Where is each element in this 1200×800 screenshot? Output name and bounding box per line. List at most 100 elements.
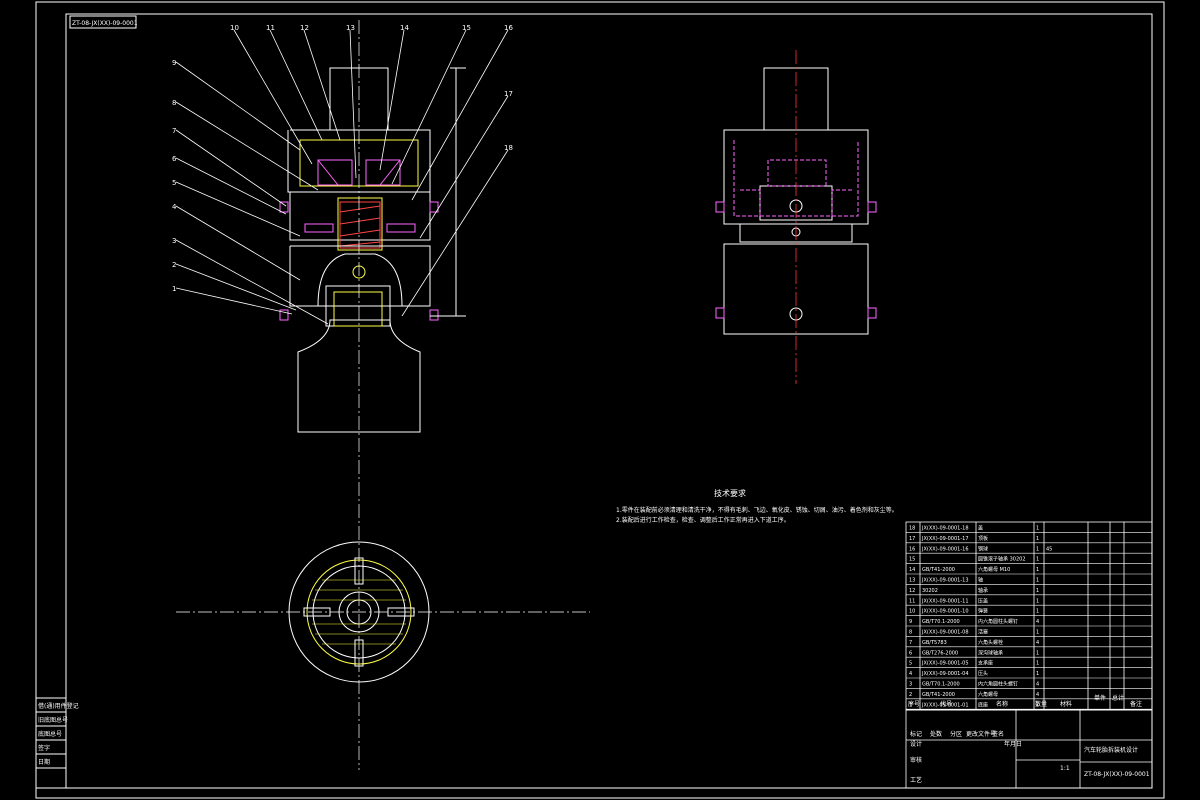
left-strip-2: 底图总号: [38, 730, 62, 738]
bom-h-3: 数量: [1035, 700, 1047, 708]
label-12: 12: [300, 24, 309, 32]
label-15: 15: [462, 24, 471, 32]
left-strip-3: 签字: [38, 744, 50, 752]
bom-cell-name: 内六角圆柱头螺钉: [978, 681, 1018, 688]
bom-cell-n: 3: [909, 682, 912, 688]
label-5: 5: [172, 179, 176, 187]
bom-cell-code: JX(XX)-09-0001-13: [921, 578, 969, 584]
bom-cell-name: 顶板: [978, 535, 988, 542]
bom-cell-n: 16: [909, 546, 915, 552]
bom-cell-name: 盖: [978, 525, 983, 532]
bom-cell-name: 内六角圆柱头螺钉: [978, 618, 1018, 625]
sign-label-4: 处数: [930, 730, 942, 738]
bom-h-7: 备注: [1130, 700, 1142, 708]
cad-drawing: ZT-08-JX(XX)-09-0001 借(通)用件登记 旧底图总号 底图总号…: [35, 1, 1165, 799]
bom-cell-n: 18: [909, 526, 915, 532]
bom-cell-code: JX(XX)-09-0001-16: [921, 546, 969, 552]
bom-cell-n: 6: [909, 650, 912, 656]
bom-cell-qty: 1: [1036, 546, 1039, 552]
bom-cell-n: 17: [909, 536, 915, 542]
bom-cell-qty: 4: [1036, 619, 1039, 625]
bom-cell-qty: 1: [1036, 671, 1039, 677]
drawing-title: 汽车轮胎拆装机设计: [1084, 746, 1138, 754]
scale-label: 1:1: [1060, 765, 1070, 772]
bom-cell-qty: 1: [1036, 630, 1039, 636]
bom-cell-n: 2: [909, 692, 912, 698]
outer-frame: [35, 1, 1165, 799]
label-1: 1: [172, 285, 176, 293]
left-strip: 借(通)用件登记 旧底图总号 底图总号 签字 日期: [35, 697, 79, 789]
label-18: 18: [504, 144, 513, 152]
bom-cell-qty: 1: [1036, 588, 1039, 594]
label-16: 16: [504, 24, 513, 32]
bom-cell-qty: 1: [1036, 598, 1039, 604]
label-11: 11: [266, 24, 275, 32]
bom-cell-qty: 1: [1036, 609, 1039, 615]
bom-h-0: 序号: [908, 700, 920, 708]
bom-cell-n: 4: [909, 671, 912, 677]
bom-cell-code: GB/T70.1-2000: [922, 619, 960, 625]
sign-label-0: 设计: [910, 740, 922, 748]
bom-cell-qty: 1: [1036, 536, 1039, 542]
bom-cell-code: JX(XX)-09-0001-05: [921, 661, 969, 667]
bom-cell-code: JX(XX)-09-0001-11: [921, 598, 969, 604]
label-3: 3: [172, 237, 176, 245]
left-strip-0: 借(通)用件登记: [38, 702, 79, 710]
bom-cell-n: 10: [909, 609, 915, 615]
leaders: [175, 29, 509, 325]
bom-cell-qty: 4: [1036, 692, 1039, 698]
bom-cell-code: GB/T70.1-2000: [922, 682, 960, 688]
bom-cell-qty: 1: [1036, 661, 1039, 667]
bom-cell-name: 活塞: [978, 629, 988, 636]
bom-cell-name: 圆锥滚子轴承 30202: [978, 556, 1026, 563]
code-box-text: ZT-08-JX(XX)-09-0001: [72, 20, 138, 27]
notes-line-1: 1.零件在装配前必须清理和清洗干净，不得有毛刺、飞边、氧化皮、锈蚀、切屑、油污、…: [616, 506, 898, 514]
bom-cell-n: 7: [909, 640, 912, 646]
sign-label-8: 年月日: [1004, 740, 1022, 748]
label-14: 14: [400, 24, 409, 32]
bom-cell-n: 12: [909, 588, 915, 594]
sign-label-3: 标记: [910, 730, 922, 738]
bom-cell-name: 轴承: [978, 587, 988, 594]
label-17: 17: [504, 90, 513, 98]
title-block-text: 汽车轮胎拆装机设计 ZT-08-JX(XX)-09-0001 1:1 设计 审核…: [910, 730, 1150, 784]
bom-h-5: 单件: [1094, 694, 1106, 702]
bom-h-4: 材料: [1060, 700, 1072, 708]
bom-cell-qty: 1: [1036, 578, 1039, 584]
bom-cell-qty: 4: [1036, 640, 1039, 646]
bom-cell-name: 轴: [978, 577, 983, 584]
bom-cell-n: 5: [909, 661, 912, 667]
bom-cell-code: GB/T5783: [922, 640, 947, 646]
inner-frame: [65, 13, 1153, 789]
bom-h-1: 代号: [940, 700, 952, 708]
bom-h-6: 总计: [1112, 694, 1124, 702]
bom-cell-code: JX(XX)-09-0001-18: [921, 526, 969, 532]
left-strip-1: 旧底图总号: [38, 716, 68, 724]
bom-cell-n: 13: [909, 578, 915, 584]
sign-label-2: 工艺: [910, 776, 922, 784]
bom-cell-code: 30202: [922, 588, 938, 594]
part-labels: 1 2 3 4 5 6 7 8 9 10 11 12 13 14 15 16 1…: [172, 24, 513, 293]
notes-title: 技术要求: [714, 488, 746, 498]
bom-cell-name: 底座: [978, 701, 988, 708]
main-section-view: [279, 67, 466, 433]
bom-cell-code: JX(XX)-09-0001-10: [921, 609, 969, 615]
bom-cell-name: 六角螺母: [978, 691, 998, 698]
bom-cell-name: 压头: [978, 670, 988, 677]
drawing-number: ZT-08-JX(XX)-09-0001: [1084, 771, 1150, 778]
bom-cell-qty: 1: [1036, 526, 1039, 532]
bom-cell-qty: 1: [1036, 567, 1039, 573]
bom-cell-qty: 4: [1036, 682, 1039, 688]
bom-cell-name: 六角螺母 M10: [978, 566, 1010, 573]
label-4: 4: [172, 203, 177, 211]
bom-cell-code: JX(XX)-09-0001-08: [921, 630, 969, 636]
bom-cell-qty: 1: [1036, 557, 1039, 563]
bom-cell-code: GB/T41-2000: [922, 567, 955, 573]
bom-cell-n: 11: [909, 598, 915, 604]
bom-cell-mat: 45: [1046, 546, 1052, 552]
label-2: 2: [172, 261, 176, 269]
label-13: 13: [346, 24, 355, 32]
bom-cell-name: 钢球: [978, 545, 988, 552]
bom-cell-n: 14: [909, 567, 915, 573]
bom-cell-name: 深沟球轴承: [978, 649, 1003, 656]
